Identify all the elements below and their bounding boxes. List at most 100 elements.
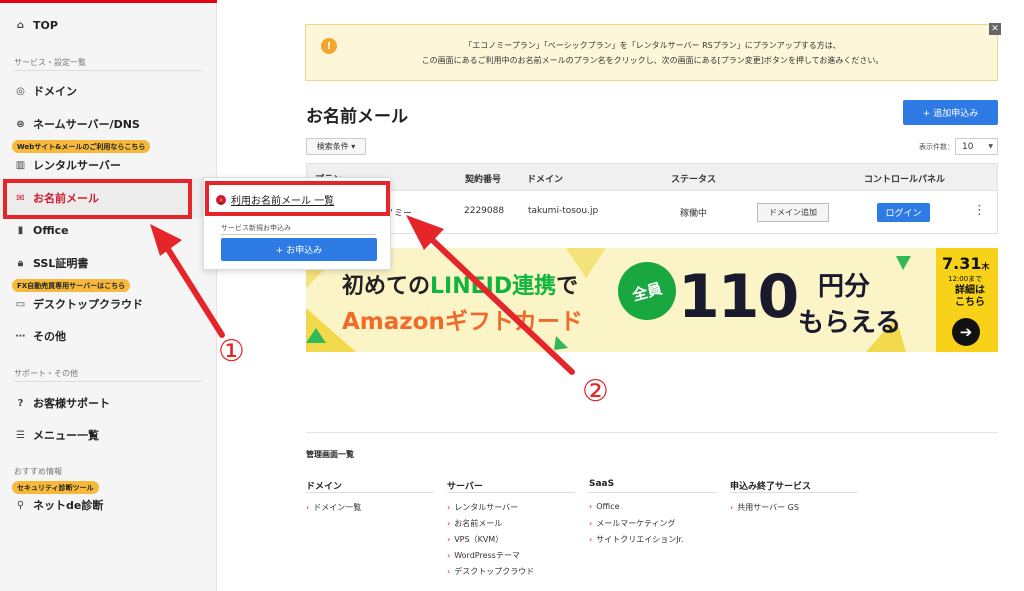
sidebar-item-other[interactable]: ⋯ その他	[14, 326, 67, 346]
promo-banner[interactable]: 初めてのLINEID連携で Amazonギフトカード 全員 110 円分 もらえ…	[306, 248, 998, 352]
sidebar-item-desktop-cloud[interactable]: ▭ デスクトップクラウド	[14, 294, 143, 314]
domain-add-button[interactable]: ドメイン追加	[757, 203, 829, 222]
arrow-right-icon[interactable]: ➔	[952, 318, 980, 346]
footer-link[interactable]: › Office	[589, 502, 620, 511]
banner-weekday: 木	[981, 262, 990, 271]
chevron-down-icon: ▼	[988, 143, 993, 150]
footer-link-label: VPS（KVM）	[454, 535, 504, 544]
more-icon: ⋯	[15, 330, 26, 342]
footer-title: 管理画面一覧	[306, 450, 354, 459]
display-count-label: 表示件数：	[919, 143, 954, 151]
footer-link-label: ドメイン一覧	[313, 503, 362, 512]
footer-link-label: デスクトップクラウド	[454, 567, 535, 576]
sidebar-section-support: サポート・その他	[14, 369, 78, 378]
login-button[interactable]: ログイン	[877, 203, 930, 222]
sidebar-item-menu-list[interactable]: ☰ メニュー一覧	[14, 425, 99, 445]
divider	[306, 432, 998, 433]
sidebar-item-rental-server[interactable]: ▥ レンタルサーバー	[14, 155, 121, 175]
badge-security-tool[interactable]: セキュリティ診断ツール	[12, 481, 99, 494]
more-options-icon[interactable]: ⋮	[973, 203, 986, 218]
footer-link[interactable]: › メールマーケティング	[589, 518, 676, 529]
sidebar-item-top[interactable]: ⌂ TOP	[14, 15, 58, 35]
footer-link-label: サイトクリエイションJr.	[596, 535, 684, 544]
footer-link[interactable]: › VPS（KVM）	[447, 534, 503, 545]
badge-fx-server[interactable]: FX自動売買専用サーバーはこちら	[12, 279, 131, 292]
dns-icon: ⊜	[16, 118, 25, 130]
chevron-right-icon: ›	[589, 502, 593, 511]
list-icon: ☰	[16, 429, 25, 441]
footer-link[interactable]: › ドメイン一覧	[306, 502, 361, 513]
footer-link[interactable]: › レンタルサーバー	[447, 502, 518, 513]
sidebar-item-dns[interactable]: ⊜ ネームサーバー/DNS	[14, 114, 140, 134]
home-icon: ⌂	[16, 19, 25, 31]
desktop-icon: ▭	[15, 298, 26, 310]
sidebar-item-onamae-mail[interactable]: ✉ お名前メール	[14, 188, 99, 208]
sidebar-item-label: その他	[33, 330, 66, 343]
divider	[447, 492, 575, 493]
mail-list-link[interactable]: › 利用お名前メール 一覧	[216, 192, 334, 207]
sidebar-item-label: TOP	[33, 18, 58, 32]
banner-text-first-time: 初めての	[342, 274, 431, 299]
close-icon[interactable]: ✕	[989, 23, 1001, 35]
banner-text-lineid: LINEID連携	[430, 274, 557, 299]
sidebar-item-ssl[interactable]: 🔒︎ SSL証明書	[14, 253, 89, 273]
banner-headline: 初めてのLINEID連携で	[342, 268, 578, 300]
domain-icon: ◎	[16, 85, 25, 97]
office-icon: ▮	[17, 224, 24, 236]
divider	[221, 234, 376, 235]
help-icon: ?	[17, 397, 24, 409]
badge-web-mail[interactable]: Webサイト&メールのご利用ならこちら	[12, 140, 151, 153]
add-application-button[interactable]: + 追加申込み	[903, 100, 998, 125]
sidebar-item-label: Office	[33, 223, 69, 237]
sidebar-item-domain[interactable]: ◎ ドメイン	[14, 81, 77, 101]
sidebar-item-label: デスクトップクラウド	[33, 298, 143, 311]
footer-link[interactable]: › サイトクリエイションJr.	[589, 534, 684, 545]
sidebar-section-recommend: おすすめ情報	[14, 467, 62, 476]
contract-number: 2229088	[464, 206, 505, 216]
footer-link[interactable]: › デスクトップクラウド	[447, 566, 534, 577]
column-header-control-panel: コントロールパネル	[864, 175, 946, 185]
display-count-select[interactable]: 10 ▼	[955, 138, 998, 155]
notice-line-2: この画面にあるご利用中のお名前メールのプラン名をクリックし、次の画面にある[プラ…	[421, 56, 884, 65]
footer-link[interactable]: › 共用サーバー GS	[730, 502, 799, 513]
sidebar-item-support[interactable]: ? お客様サポート	[14, 393, 110, 413]
footer-link[interactable]: › WordPressテーマ	[447, 550, 520, 561]
banner-until: 12:00まで	[948, 275, 983, 283]
display-count-value: 10	[962, 141, 974, 152]
search-conditions-dropdown[interactable]: 検索条件 ▾	[306, 138, 366, 155]
sidebar-item-label: ネットde診断	[33, 499, 104, 512]
sidebar-item-label: レンタルサーバー	[33, 159, 121, 172]
column-header-contract: 契約番号	[465, 175, 502, 185]
annotation-step-1: ①	[218, 334, 245, 369]
chevron-right-icon: ›	[589, 519, 593, 528]
chevron-right-icon: ›	[216, 194, 226, 205]
new-application-heading: サービス新規お申込み	[221, 224, 291, 232]
banner-date-value: 7.31	[942, 254, 982, 273]
footer-link-label: 共用サーバー GS	[737, 503, 799, 512]
table-header: プラン 契約番号 ドメイン ステータス コントロールパネル	[306, 163, 998, 191]
status-value: 稼働中	[680, 209, 708, 219]
sidebar-item-label: メニュー一覧	[33, 429, 99, 442]
apply-button[interactable]: + お申込み	[221, 238, 377, 261]
page-title: お名前メール	[306, 107, 408, 127]
footer-link-label: WordPressテーマ	[454, 551, 520, 560]
chevron-right-icon: ›	[447, 503, 451, 512]
footer-heading-domain: ドメイン	[306, 482, 343, 492]
footer-link[interactable]: › お名前メール	[447, 518, 502, 529]
sidebar-section-services: サービス・設定一覧	[14, 58, 86, 67]
mail-submenu-popup: › 利用お名前メール 一覧 サービス新規お申込み + お申込み	[203, 177, 391, 270]
sidebar-item-office[interactable]: ▮ Office	[14, 220, 69, 240]
footer-link-label: レンタルサーバー	[454, 503, 519, 512]
divider	[589, 492, 717, 493]
chevron-right-icon: ›	[447, 519, 451, 528]
footer-link-label: Office	[596, 502, 620, 511]
domain-name: takumi-tosou.jp	[528, 206, 599, 216]
banner-yen-text: 円分	[818, 272, 871, 302]
divider	[306, 492, 434, 493]
mail-list-link-label: 利用お名前メール 一覧	[231, 196, 335, 207]
chevron-right-icon: ›	[447, 567, 451, 576]
server-icon: ▥	[15, 159, 26, 171]
sidebar-item-label: SSL証明書	[33, 257, 89, 270]
sidebar-top-accent	[0, 0, 217, 3]
sidebar-item-net-diagnosis[interactable]: ⚲ ネットde診断	[14, 495, 104, 515]
